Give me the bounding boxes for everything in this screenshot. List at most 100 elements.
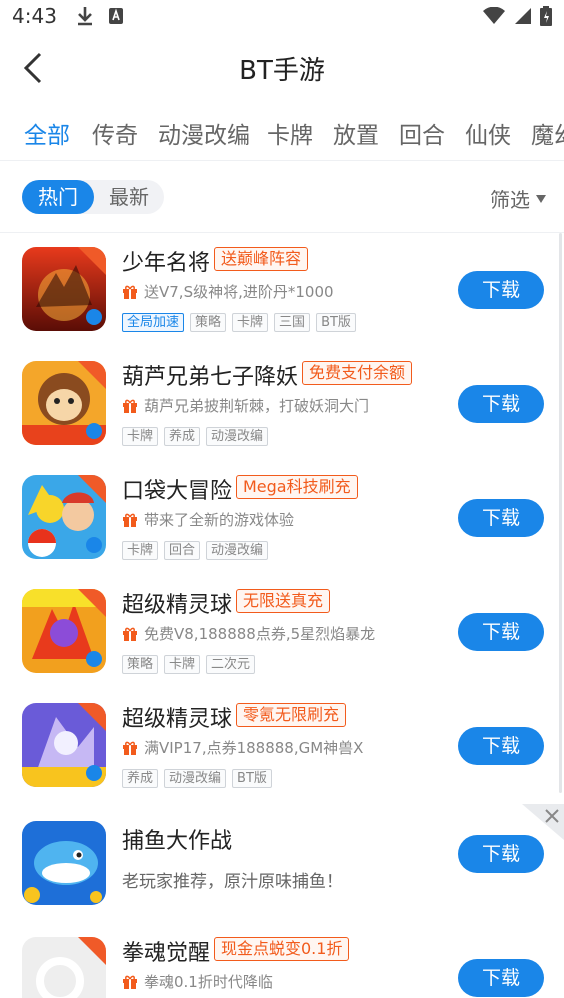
- game-icon: [22, 937, 106, 998]
- game-icon: [22, 703, 106, 787]
- list-item[interactable]: 少年名将 送巅峰阵容 送V7,S级神将,进阶丹*1000 全局加速 策略 卡牌 …: [0, 233, 564, 347]
- tab-anime[interactable]: 动漫改编: [158, 116, 250, 150]
- tag-list: 全局加速 策略 卡牌 三国 BT版: [122, 313, 356, 332]
- app-notification-icon: [109, 8, 123, 24]
- game-description: 送V7,S级神将,进阶丹*1000: [122, 281, 334, 302]
- gift-icon: [123, 975, 137, 989]
- gift-icon: [123, 399, 137, 413]
- game-icon: [22, 821, 106, 905]
- game-description: 满VIP17,点券188888,GM神兽X: [122, 737, 363, 758]
- game-description-text: 带来了全新的游戏体验: [144, 511, 295, 529]
- game-description-text: 免费V8,188888点券,5星烈焰暴龙: [144, 625, 376, 643]
- promo-badge: 送巅峰阵容: [214, 247, 309, 271]
- game-name: 捕鱼大作战: [122, 829, 233, 854]
- game-description-text: 满VIP17,点券188888,GM神兽X: [144, 739, 364, 757]
- tag-list: 养成 动漫改编 BT版: [122, 769, 272, 788]
- tab-legend[interactable]: 传奇: [92, 116, 138, 150]
- tag: BT版: [316, 313, 356, 332]
- download-button[interactable]: 下载: [458, 835, 544, 873]
- tag-list: 卡牌 养成 动漫改编: [122, 427, 269, 446]
- promo-badge: 零氪无限刷充: [236, 703, 347, 727]
- tab-fantasy[interactable]: 魔幻: [531, 116, 564, 150]
- game-name: 口袋大冒险: [122, 479, 233, 504]
- gift-icon: [123, 627, 137, 641]
- status-time: 4:43: [12, 4, 57, 28]
- promo-badge: Mega科技刷充: [236, 475, 358, 499]
- game-icon: [22, 589, 106, 673]
- tab-turn-based[interactable]: 回合: [399, 116, 445, 150]
- download-button[interactable]: 下载: [458, 727, 544, 765]
- download-button[interactable]: 下载: [458, 271, 544, 309]
- list-item[interactable]: 超级精灵球 零氪无限刷充 满VIP17,点券188888,GM神兽X 养成 动漫…: [0, 689, 564, 803]
- sort-toggle: 热门 最新: [22, 180, 164, 214]
- tag: 三国: [274, 313, 311, 332]
- sort-new-button[interactable]: 最新: [94, 180, 164, 214]
- wifi-icon: [483, 7, 505, 24]
- tag: 动漫改编: [206, 541, 269, 560]
- tag: 养成: [164, 427, 201, 446]
- filter-bar: 热门 最新 筛选: [0, 162, 564, 232]
- game-icon: [22, 361, 106, 445]
- game-list: 少年名将 送巅峰阵容 送V7,S级神将,进阶丹*1000 全局加速 策略 卡牌 …: [0, 233, 564, 998]
- gift-icon: [123, 741, 137, 755]
- page-title: BT手游: [239, 56, 325, 86]
- list-item[interactable]: 葫芦兄弟七子降妖 免费支付余额 葫芦兄弟披荆斩棘，打破妖洞大门 卡牌 养成 动漫…: [0, 347, 564, 461]
- promo-badge: 免费支付余额: [302, 361, 413, 385]
- signal-icon: [515, 8, 531, 24]
- tag: 养成: [122, 769, 159, 788]
- tag-list: 卡牌 回合 动漫改编: [122, 541, 269, 560]
- game-description-text: 拳魂0.1折时代降临: [144, 973, 273, 991]
- download-button[interactable]: 下载: [458, 499, 544, 537]
- promo-badge: 现金点蜕变0.1折: [214, 937, 350, 961]
- tab-idle[interactable]: 放置: [333, 116, 379, 150]
- game-description: 免费V8,188888点券,5星烈焰暴龙: [122, 623, 375, 644]
- list-item[interactable]: 拳魂觉醒 现金点蜕变0.1折 拳魂0.1折时代降临 下载: [0, 923, 564, 998]
- tag: BT版: [232, 769, 272, 788]
- status-bar: 4:43: [0, 0, 564, 32]
- game-description-text: 老玩家推荐，原汁原味捕鱼！: [122, 872, 343, 892]
- tag: 回合: [164, 541, 201, 560]
- tab-all[interactable]: 全部: [24, 116, 70, 150]
- game-icon: [22, 475, 106, 559]
- game-name: 少年名将: [122, 251, 211, 276]
- game-name: 超级精灵球: [122, 707, 233, 732]
- filter-label: 筛选: [490, 188, 530, 212]
- download-button[interactable]: 下载: [458, 959, 544, 997]
- tag: 卡牌: [232, 313, 269, 332]
- download-button[interactable]: 下载: [458, 385, 544, 423]
- game-icon: [22, 247, 106, 331]
- tab-card[interactable]: 卡牌: [267, 116, 313, 150]
- gift-icon: [123, 285, 137, 299]
- filter-button[interactable]: 筛选: [490, 184, 546, 213]
- download-button[interactable]: 下载: [458, 613, 544, 651]
- download-icon: [78, 7, 92, 26]
- game-description-text: 葫芦兄弟披荆斩棘，打破妖洞大门: [144, 397, 370, 415]
- game-description: 拳魂0.1折时代降临: [122, 971, 273, 992]
- list-item[interactable]: 超级精灵球 无限送真充 免费V8,188888点券,5星烈焰暴龙 策略 卡牌 二…: [0, 575, 564, 689]
- tab-xianxia[interactable]: 仙侠: [465, 116, 511, 150]
- tag-list: 策略 卡牌 二次元: [122, 655, 256, 674]
- game-description: 带来了全新的游戏体验: [122, 509, 294, 530]
- tag: 策略: [190, 313, 227, 332]
- gift-icon: [123, 513, 137, 527]
- game-description: 葫芦兄弟披荆斩棘，打破妖洞大门: [122, 395, 369, 416]
- scrollbar[interactable]: [559, 233, 562, 793]
- tag: 卡牌: [122, 427, 159, 446]
- promo-badge: 无限送真充: [236, 589, 331, 613]
- tag: 全局加速: [122, 313, 185, 332]
- category-tabs: 全部 传奇 动漫改编 卡牌 放置 回合 仙侠 魔幻: [0, 108, 564, 158]
- tag: 卡牌: [164, 655, 201, 674]
- tag: 动漫改编: [164, 769, 227, 788]
- battery-icon: [540, 6, 552, 26]
- tag: 二次元: [206, 655, 256, 674]
- ad-close-button[interactable]: [522, 804, 564, 840]
- game-name: 葫芦兄弟七子降妖: [122, 365, 299, 390]
- divider: [0, 160, 564, 161]
- game-name: 拳魂觉醒: [122, 941, 211, 966]
- game-description-text: 送V7,S级神将,进阶丹*1000: [144, 283, 334, 301]
- nav-bar: BT手游: [0, 36, 564, 102]
- ad-list-item[interactable]: 捕鱼大作战 老玩家推荐，原汁原味捕鱼！ 下载: [0, 803, 564, 923]
- sort-hot-button[interactable]: 热门: [22, 180, 94, 214]
- list-item[interactable]: 口袋大冒险 Mega科技刷充 带来了全新的游戏体验 卡牌 回合 动漫改编 下载: [0, 461, 564, 575]
- tag: 动漫改编: [206, 427, 269, 446]
